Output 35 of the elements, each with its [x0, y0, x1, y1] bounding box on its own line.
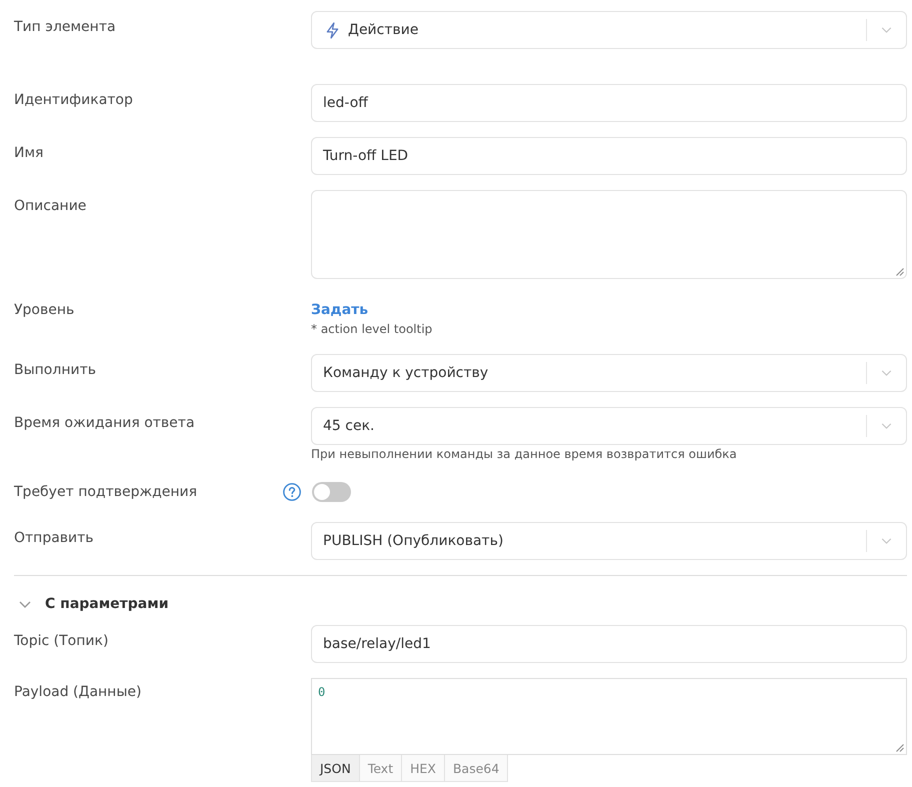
field-label: Topic (Топик) [14, 632, 108, 651]
field-label: Время ожидания ответа [14, 414, 195, 433]
lightning-icon [326, 22, 339, 38]
field-label: Тип элемента [14, 18, 116, 37]
chevron-down-icon [881, 423, 892, 429]
chevron-down-icon [19, 600, 31, 608]
format-tab[interactable]: JSON [311, 755, 360, 782]
chevron-down-icon [881, 538, 892, 544]
chevron-down-icon [881, 27, 892, 33]
chevron-down-icon [881, 370, 892, 376]
field-label: Отправить [14, 529, 94, 548]
field-hint: * action level tooltip [311, 321, 432, 337]
code-editor[interactable]: 0 [311, 678, 907, 755]
text-field[interactable]: led-off [311, 84, 907, 122]
field-label: Выполнить [14, 361, 96, 380]
dropdown-field[interactable]: Действие [311, 11, 907, 49]
dropdown-field[interactable]: 45 сек. [311, 407, 907, 445]
field-label: Требует подтверждения [14, 483, 198, 502]
resize-handle-icon[interactable] [896, 744, 904, 752]
field-label: Уровень [14, 301, 74, 320]
field-label: Описание [14, 197, 86, 216]
dropdown-field[interactable]: PUBLISH (Опубликовать) [311, 522, 907, 560]
set-link[interactable]: Задать [311, 300, 368, 320]
field-hint: При невыполнении команды за данное время возвратится ошибка [311, 446, 738, 462]
description-field[interactable] [311, 190, 907, 279]
field-label: Идентификатор [14, 91, 133, 110]
field-label: Payload (Данные) [14, 683, 142, 702]
dropdown-field[interactable]: Команду к устройству [311, 354, 907, 392]
field-label: Имя [14, 144, 44, 163]
text-field[interactable]: Turn-off LED [311, 137, 907, 175]
section-header[interactable]: С параметрами [14, 594, 169, 614]
help-icon[interactable] [283, 483, 301, 501]
resize-handle-icon[interactable] [896, 268, 904, 276]
text-field[interactable]: base/relay/led1 [311, 625, 907, 663]
toggle-switch[interactable] [312, 482, 351, 502]
